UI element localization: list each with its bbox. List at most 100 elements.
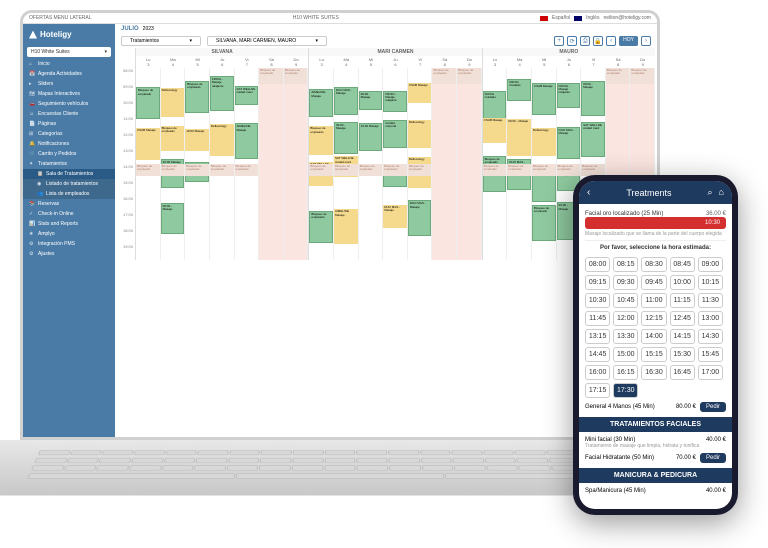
time-slot[interactable]: 16:15 (613, 365, 638, 380)
next-button[interactable]: › (641, 36, 651, 46)
appointment-slot[interactable]: 09:00 - Masaje (507, 119, 531, 156)
appointment-slot[interactable]: AIMELINE Masaje (235, 123, 259, 159)
time-slot[interactable]: 15:45 (698, 347, 723, 362)
home-icon[interactable]: ⌂ (719, 187, 724, 198)
appointment-slot[interactable]: Reflexology (161, 88, 185, 117)
appointment-slot[interactable]: DUO MAS - Masaje (383, 205, 407, 228)
appointment-slot[interactable]: 09:00 - Masaje (359, 91, 383, 111)
appointment-slot[interactable]: Bloqueo de empleado (309, 211, 333, 243)
service-item[interactable]: Facial oro localizado (25 Min) 36.00 € 1… (585, 208, 726, 241)
time-slot[interactable]: 08:00 (585, 257, 610, 272)
block-slot[interactable]: Bloqueo de empleado (483, 164, 507, 176)
appointment-slot[interactable]: FROIG - Masaje relajante (557, 83, 581, 109)
lang-en[interactable]: Inglés (586, 15, 599, 21)
phone-body[interactable]: Facial oro localizado (25 Min) 36.00 € 1… (579, 204, 732, 509)
appointment-slot[interactable]: 09:00 - Masaje (334, 122, 358, 154)
block-slot[interactable]: Bloqueo de empleado (359, 164, 383, 176)
treatment-filter[interactable]: Tratamientos ▾ (121, 36, 201, 46)
time-slot[interactable]: 16:30 (641, 365, 666, 380)
appointment-slot[interactable]: SAT WELLNE cuidad mani (581, 122, 605, 158)
block-slot[interactable]: Bloqueo de empleado (557, 164, 581, 176)
block-slot[interactable]: Bloqueo de empleado (334, 164, 358, 176)
time-slot[interactable]: 11:15 (670, 293, 695, 308)
time-slot[interactable]: 14:45 (585, 347, 610, 362)
appointment-slot[interactable]: AIMELINE Masaje (334, 209, 358, 243)
time-slot[interactable]: 13:30 (613, 329, 638, 344)
block-slot[interactable]: Bloqueo de empleado (235, 164, 259, 176)
time-slot[interactable]: 10:30 (585, 293, 610, 308)
time-slot[interactable]: 11:00 (641, 293, 666, 308)
appointment-slot[interactable]: 09:00 - Masaje (161, 203, 185, 234)
block-slot[interactable]: Bloqueo de empleado (309, 164, 333, 176)
appointment-slot[interactable]: Reflexology (532, 128, 556, 156)
time-slot[interactable]: 10:00 (670, 275, 695, 290)
time-slot[interactable]: 15:15 (641, 347, 666, 362)
appointment-slot[interactable]: Bloqueo de empleado (532, 205, 556, 241)
time-slot[interactable]: 09:00 (698, 257, 723, 272)
time-slot[interactable]: 12:15 (641, 311, 666, 326)
appointment-slot[interactable]: DUO MAS - Masaje (557, 127, 581, 159)
appointment-slot[interactable]: Bloqueo de empleado (309, 126, 333, 154)
appointment-slot[interactable]: Bloqueo de empleado (185, 81, 209, 114)
time-slot[interactable]: 10:15 (698, 275, 723, 290)
user-email[interactable]: neliton@hoteligy.com (603, 15, 651, 21)
time-slot[interactable]: 14:30 (698, 329, 723, 344)
time-slot[interactable]: 14:15 (670, 329, 695, 344)
hotel-selector[interactable]: H10 White Suites ▾ (27, 47, 111, 57)
flag-es-icon[interactable] (540, 16, 548, 21)
sidebar-item[interactable]: 👥Lista de empleados (23, 189, 115, 199)
refresh-button[interactable]: ⟳ (567, 36, 577, 46)
sidebar-item[interactable]: ▸Sliders (23, 79, 115, 89)
staff-filter[interactable]: SILVANA, MARI CARMEN, MAURO ▾ (207, 36, 327, 46)
appointment-slot[interactable]: FROIG - Masaje relajante (210, 76, 234, 111)
appointment-slot[interactable]: DUO MAS - Masaje (334, 87, 358, 115)
add-button[interactable]: Pedir (700, 402, 726, 412)
time-slot[interactable]: 17:15 (585, 383, 610, 398)
block-slot[interactable]: Bloqueo de empleado (408, 164, 432, 176)
sidebar-item[interactable]: 📚Reservas (23, 199, 115, 209)
time-slot[interactable]: 14:00 (641, 329, 666, 344)
appointment-slot[interactable]: 10:00 Masaje (359, 123, 383, 151)
appointment-slot[interactable]: CSAB Masaje (408, 83, 432, 103)
add-button[interactable]: + (554, 36, 564, 46)
time-slot[interactable]: 10:45 (613, 293, 638, 308)
sidebar-item[interactable]: ☺Encuestas Cliente (23, 109, 115, 119)
block-slot[interactable]: Bloqueo de empleado (161, 164, 185, 176)
sidebar-item[interactable]: ✦Tratamientos (23, 159, 115, 169)
appointment-slot[interactable]: CSAB Masaje (532, 83, 556, 115)
time-slot[interactable]: 13:15 (585, 329, 610, 344)
time-slot[interactable]: 11:45 (585, 311, 610, 326)
time-slot[interactable]: 17:00 (698, 365, 723, 380)
sidebar-item[interactable]: ⌂Inicio (23, 59, 115, 69)
brand-logo[interactable]: Hoteligy (23, 28, 115, 45)
time-slot[interactable]: 15:30 (670, 347, 695, 362)
appointment-slot[interactable]: Cuidad corporal (383, 120, 407, 148)
sidebar-item[interactable]: 📊Stats and Reports (23, 219, 115, 229)
appointment-slot[interactable]: DUO MAS - Masaje (408, 200, 432, 236)
appointment-slot[interactable]: 09:00 - Masaje (581, 81, 605, 116)
time-badge[interactable]: 10:30 (585, 217, 726, 229)
sidebar-item[interactable]: ⚙Ajustes (23, 249, 115, 259)
appointment-slot[interactable]: Bloqueo de empleado (161, 126, 185, 151)
sidebar-item[interactable]: 📄Páginas (23, 119, 115, 129)
sidebar-item[interactable]: 🛒Carrito y Pedidos (23, 149, 115, 159)
time-slot[interactable]: 16:00 (585, 365, 610, 380)
appointment-slot[interactable]: Bloqueo de empleado (136, 87, 160, 119)
time-slot[interactable]: 08:15 (613, 257, 638, 272)
block-slot[interactable]: Bloqueo de empleado (185, 164, 209, 176)
sidebar-item[interactable]: 🗺Mapas Interactivos (23, 89, 115, 99)
print-button[interactable]: ⎙ (580, 36, 590, 46)
flag-en-icon[interactable] (574, 16, 582, 21)
appointment-slot[interactable]: FROIG - Masaje relajante (383, 91, 407, 112)
appointment-slot[interactable]: Reflexology (408, 120, 432, 147)
search-icon[interactable]: ⌕ (708, 187, 713, 198)
sidebar-item[interactable]: 📋Sala de Tratamientos (23, 169, 115, 179)
time-slot[interactable]: 13:00 (698, 311, 723, 326)
time-slot[interactable]: 16:45 (670, 365, 695, 380)
time-slot[interactable]: 09:45 (641, 275, 666, 290)
add-button[interactable]: Pedir (700, 453, 726, 463)
sidebar-item[interactable]: 🚗Seguimiento vehículos (23, 99, 115, 109)
block-slot[interactable]: Bloqueo de empleado (210, 164, 234, 176)
block-slot[interactable]: Bloqueo de empleado (507, 164, 531, 176)
time-slot[interactable]: 09:30 (613, 275, 638, 290)
